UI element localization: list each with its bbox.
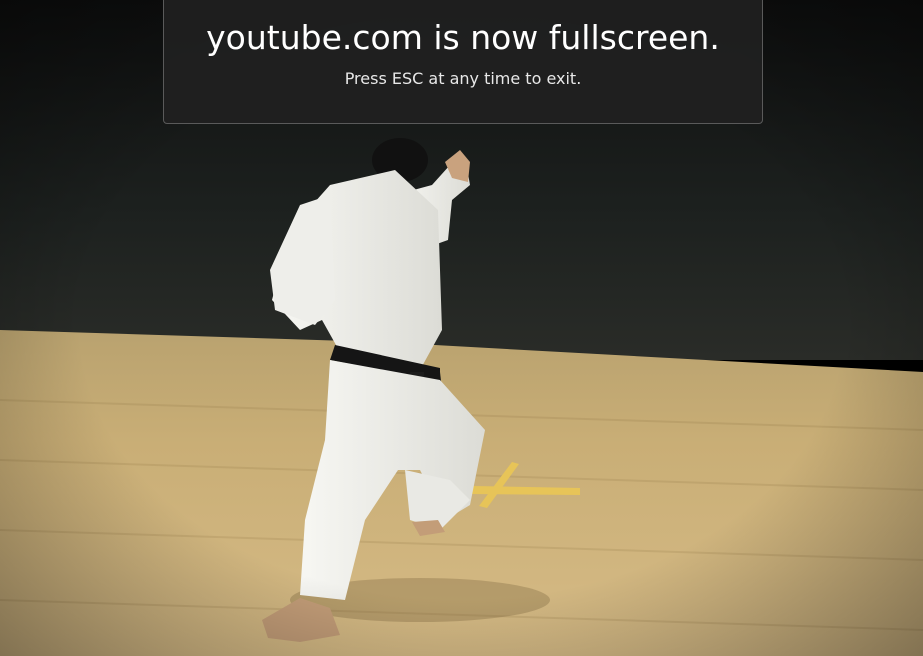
fullscreen-notice-subtitle: Press ESC at any time to exit. [344, 69, 582, 88]
fullscreen-video-player[interactable]: youtube.com is now fullscreen. Press ESC… [0, 0, 923, 656]
fullscreen-notice: youtube.com is now fullscreen. Press ESC… [163, 0, 763, 124]
fullscreen-notice-title: youtube.com is now fullscreen. [206, 18, 720, 57]
